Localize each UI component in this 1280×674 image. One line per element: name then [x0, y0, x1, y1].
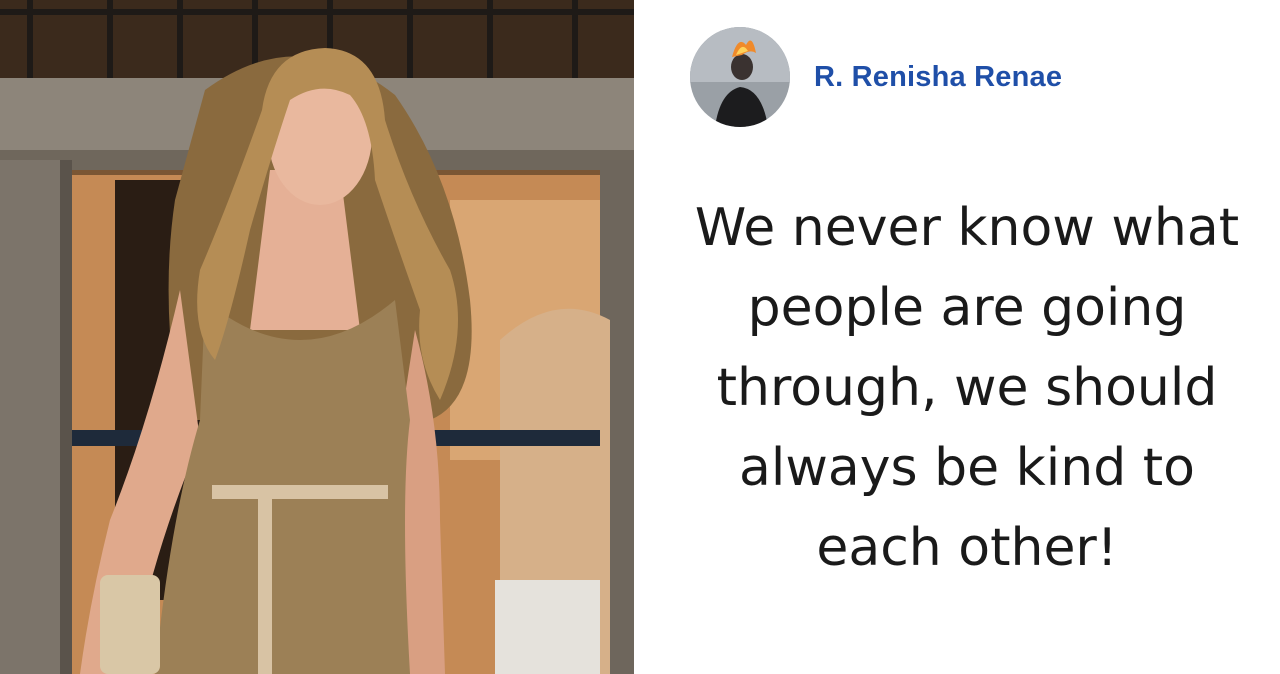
comment-card: R. Renisha Renae We never know what peop… — [634, 0, 1280, 674]
celebrity-photo — [0, 0, 634, 674]
comment-body: We never know what people are going thro… — [694, 198, 1240, 578]
profile-photo-avatar-icon — [690, 27, 790, 127]
comment-author: R. Renisha Renae — [690, 26, 1062, 128]
avatar[interactable] — [690, 27, 790, 127]
author-name[interactable]: R. Renisha Renae — [814, 61, 1062, 94]
photo-illustration — [0, 0, 634, 674]
